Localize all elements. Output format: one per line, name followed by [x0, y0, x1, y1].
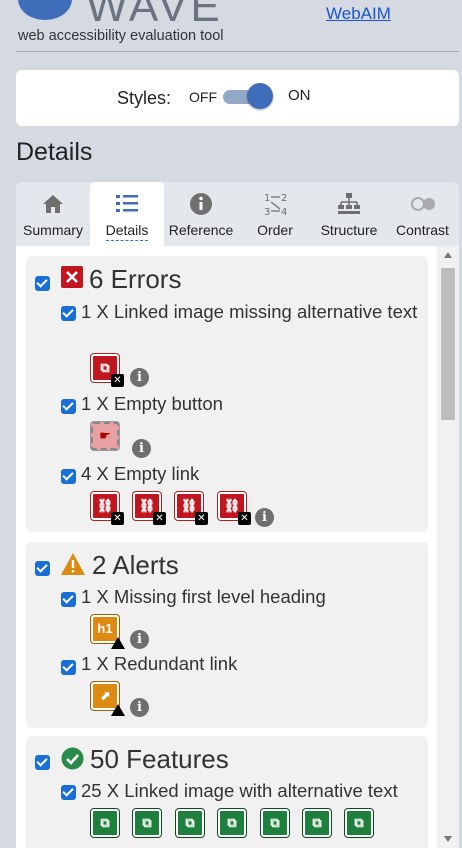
tab-summary-label: Summary	[23, 222, 83, 238]
error-item-label: 4 X Empty link	[81, 463, 200, 484]
alert-item-checkbox[interactable]	[61, 592, 76, 607]
error-item-label: 1 X Empty button	[81, 393, 223, 414]
tab-structure[interactable]: Structure	[312, 182, 386, 246]
tab-bar: Summary Details Reference 1 2 3 4 Order	[16, 182, 459, 246]
features-checkbox[interactable]	[35, 755, 50, 770]
errors-title: 6 Errors	[89, 264, 182, 294]
errors-section: 6 Errors 1 X Linked image missing altern…	[26, 256, 428, 532]
error-item-label: 1 X Linked image missing alternative tex…	[81, 301, 418, 322]
missing-h1-icon[interactable]: h1	[91, 615, 125, 649]
features-title: 50 Features	[90, 744, 229, 774]
info-icon[interactable]: i	[132, 439, 151, 458]
scrollbar[interactable]	[437, 246, 459, 848]
linked-image-alt-icon[interactable]: ⧉	[303, 809, 331, 837]
tab-structure-label: Structure	[320, 222, 378, 238]
alerts-title: 2 Alerts	[92, 550, 179, 580]
page-title: Details	[16, 138, 93, 166]
tab-contrast-label: Contrast	[396, 222, 449, 238]
empty-link-icon[interactable]: ⛓ ✕	[133, 492, 166, 525]
alerts-checkbox[interactable]	[35, 561, 50, 576]
tab-reference[interactable]: Reference	[164, 182, 238, 246]
order-icon: 1 2 3 4	[264, 193, 287, 218]
error-item-checkbox[interactable]	[61, 469, 76, 484]
tab-summary[interactable]: Summary	[16, 182, 90, 246]
empty-link-icon[interactable]: ⛓ ✕	[218, 492, 251, 525]
info-icon[interactable]: i	[255, 508, 274, 527]
errors-checkbox[interactable]	[35, 276, 50, 291]
wave-logo-icon	[18, 0, 72, 20]
feature-icon	[61, 747, 84, 770]
feature-item-label: 25 X Linked image with alternative text	[81, 780, 398, 801]
error-icon	[61, 266, 83, 288]
list-icon	[116, 195, 138, 212]
styles-toggle-knob[interactable]	[247, 83, 273, 109]
linked-image-alt-icon[interactable]: ⧉	[133, 809, 161, 837]
svg-text:4: 4	[281, 207, 287, 218]
styles-toggle-panel: Styles: OFF ON	[16, 70, 459, 126]
linked-image-missing-alt-icon[interactable]: ⧉ ✕	[91, 354, 124, 387]
webaim-link[interactable]: WebAIM	[326, 4, 391, 24]
alert-item-checkbox[interactable]	[61, 660, 76, 675]
alert-item-label: 1 X Missing first level heading	[81, 586, 326, 607]
empty-button-icon[interactable]: ☛	[91, 422, 119, 450]
header: WAVE web accessibility evaluation tool W…	[0, 0, 462, 60]
structure-icon	[338, 193, 360, 214]
info-icon	[190, 193, 212, 215]
error-item-checkbox[interactable]	[61, 306, 76, 321]
redundant-link-icon[interactable]: ⬈	[91, 682, 125, 716]
tab-order-label: Order	[257, 222, 293, 238]
linked-image-alt-icon[interactable]: ⧉	[91, 809, 119, 837]
empty-link-icon[interactable]: ⛓ ✕	[175, 492, 208, 525]
alerts-section: 2 Alerts 1 X Missing first level heading…	[26, 542, 428, 728]
feature-item-checkbox[interactable]	[61, 785, 76, 800]
info-icon[interactable]: i	[130, 630, 149, 649]
alert-icon	[61, 553, 85, 575]
divider	[16, 51, 459, 52]
info-icon[interactable]: i	[130, 368, 149, 387]
tab-contrast[interactable]: Contrast	[386, 182, 459, 246]
styles-on-label: ON	[288, 87, 311, 104]
svg-text:1: 1	[264, 193, 270, 204]
empty-link-icon[interactable]: ⛓ ✕	[91, 492, 124, 525]
svg-text:3: 3	[264, 207, 270, 218]
linked-image-alt-icon[interactable]: ⧉	[345, 809, 373, 837]
tab-details[interactable]: Details	[90, 182, 164, 246]
svg-text:2: 2	[281, 193, 287, 204]
styles-label: Styles:	[117, 88, 172, 108]
info-icon[interactable]: i	[130, 698, 149, 717]
home-icon	[43, 195, 63, 213]
styles-off-label: OFF	[189, 89, 217, 105]
details-panel: 6 Errors 1 X Linked image missing altern…	[16, 246, 459, 848]
scroll-up-arrow-icon[interactable]	[444, 252, 452, 258]
tagline: web accessibility evaluation tool	[18, 28, 224, 44]
error-item-checkbox[interactable]	[61, 399, 76, 414]
contrast-icon	[410, 197, 435, 211]
tab-order[interactable]: 1 2 3 4 Order	[238, 182, 312, 246]
tab-details-label: Details	[105, 222, 149, 241]
linked-image-alt-icon[interactable]: ⧉	[261, 809, 289, 837]
tab-reference-label: Reference	[168, 222, 234, 238]
scrollbar-thumb[interactable]	[441, 268, 455, 420]
features-section: 50 Features 25 X Linked image with alter…	[26, 736, 428, 848]
linked-image-alt-icon[interactable]: ⧉	[176, 809, 204, 837]
linked-image-alt-icon[interactable]: ⧉	[218, 809, 246, 837]
alert-item-label: 1 X Redundant link	[81, 653, 238, 674]
scroll-down-arrow-icon[interactable]	[444, 836, 452, 842]
